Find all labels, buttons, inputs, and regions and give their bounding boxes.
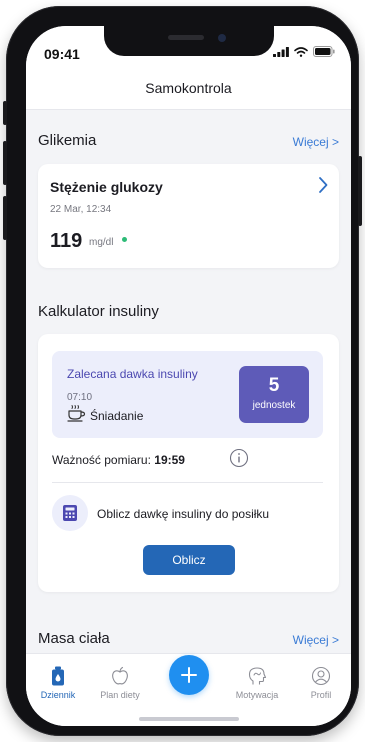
recommended-dose-box: Zalecana dawka insuliny 07:10 Śniadanie … — [52, 351, 323, 438]
speaker-icon — [168, 35, 204, 40]
mute-switch — [3, 101, 7, 125]
calculate-button[interactable]: Oblicz — [143, 545, 235, 575]
coffee-cup-icon — [67, 405, 86, 422]
dose-time: 07:10 — [67, 392, 93, 403]
app-screen: 09:41 Samokontrola Glikemia Więcej > Stę… — [26, 26, 351, 726]
glucose-value: 119 — [50, 230, 83, 252]
volume-down-button — [3, 196, 7, 240]
glucose-unit: mg/dl — [89, 237, 114, 248]
head-icon — [248, 667, 267, 685]
glucose-card-title: Stężenie glukozy — [50, 179, 163, 195]
bottle-icon — [52, 666, 64, 686]
calculator-icon — [63, 505, 77, 521]
measurement-validity: Ważność pomiaru: 19:59 — [52, 453, 185, 467]
add-entry-button[interactable] — [169, 655, 209, 695]
tab-label-profil: Profil — [310, 690, 332, 700]
info-icon[interactable] — [229, 448, 249, 468]
chevron-right-icon[interactable] — [317, 176, 329, 194]
home-indicator — [139, 717, 239, 721]
calculator-icon-container — [52, 495, 88, 531]
tab-label-motywacja: Motywacja — [235, 690, 279, 700]
insulin-calculator-card: Zalecana dawka insuliny 07:10 Śniadanie … — [38, 334, 339, 592]
tab-dziennik[interactable]: Dziennik — [26, 666, 90, 700]
insulin-units-label: jednostek — [252, 400, 296, 411]
validity-value: 19:59 — [154, 453, 185, 467]
system-icons — [273, 46, 335, 57]
power-button — [358, 156, 362, 226]
recommended-dose-label: Zalecana dawka insuliny — [67, 367, 198, 381]
volume-up-button — [3, 141, 7, 185]
validity-label: Ważność pomiaru: — [52, 453, 151, 467]
tab-label-plan-diety: Plan diety — [100, 690, 140, 700]
insulin-units-value: 5 — [268, 375, 280, 396]
meal-label: Śniadanie — [90, 409, 144, 423]
wifi-icon — [294, 46, 308, 57]
glucose-status-dot — [122, 237, 127, 242]
tab-motywacja[interactable]: Motywacja — [225, 666, 289, 700]
body-mass-more-link[interactable]: Więcej > — [293, 633, 339, 647]
camera-icon — [218, 34, 226, 42]
user-icon — [311, 666, 331, 686]
insulin-units-badge: 5 jednostek — [239, 366, 309, 423]
section-title-glikemia: Glikemia — [38, 132, 97, 149]
notch — [104, 26, 274, 56]
phone-frame: 09:41 Samokontrola Glikemia Więcej > Stę… — [3, 6, 362, 736]
status-bar: 09:41 — [26, 26, 351, 70]
tab-bar: Dziennik Plan diety Motywacja Profil — [26, 653, 351, 726]
status-time: 09:41 — [44, 46, 80, 62]
glikemia-more-link[interactable]: Więcej > — [293, 135, 339, 149]
plus-icon — [181, 667, 197, 683]
section-title-body-mass: Masa ciała — [38, 630, 110, 647]
tab-profil[interactable]: Profil — [289, 666, 351, 700]
page-title: Samokontrola — [145, 80, 232, 96]
signal-icon — [273, 46, 289, 57]
calculate-dose-prompt: Oblicz dawkę insuliny do posiłku — [97, 507, 270, 521]
tab-label-dziennik: Dziennik — [40, 690, 76, 700]
section-title-insulin: Kalkulator insuliny — [38, 303, 159, 320]
card-divider — [52, 482, 323, 483]
nav-header: Samokontrola — [26, 70, 351, 110]
tab-plan-diety[interactable]: Plan diety — [88, 666, 152, 700]
battery-icon — [313, 46, 335, 57]
glucose-card[interactable]: Stężenie glukozy 22 Mar, 12:34 119 mg/dl — [38, 164, 339, 268]
glucose-date: 22 Mar, 12:34 — [50, 204, 112, 215]
apple-icon — [112, 666, 128, 685]
